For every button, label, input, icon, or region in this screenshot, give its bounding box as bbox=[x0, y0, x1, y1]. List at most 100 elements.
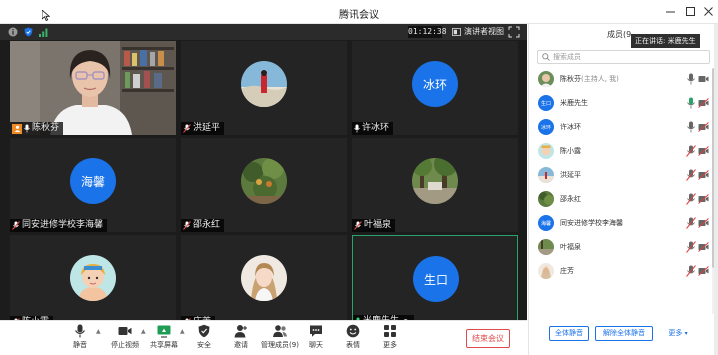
video-stage: 01:12:38 演讲者视图 陈秋芬 洪延平 冰环 许冰环 海馨 同安进修学校李… bbox=[0, 24, 527, 355]
manage-members-button[interactable]: 管理成员(9) bbox=[260, 324, 300, 354]
camera-off-icon[interactable] bbox=[698, 98, 709, 108]
more-grid-icon bbox=[384, 325, 396, 337]
stop-video-button[interactable]: 停止视频 bbox=[107, 324, 143, 354]
chat-label: 聊天 bbox=[309, 341, 323, 349]
member-search-box[interactable] bbox=[537, 50, 710, 64]
maximize-icon[interactable] bbox=[682, 3, 698, 19]
participant-name: 叶福泉 bbox=[364, 220, 392, 230]
participant-name-tag: 洪延平 bbox=[181, 122, 225, 135]
participant-tile[interactable]: 冰环 许冰环 bbox=[352, 41, 518, 135]
participant-tile[interactable]: 陈小露 bbox=[10, 235, 176, 329]
microphone-icon[interactable] bbox=[686, 97, 696, 109]
participant-name: 邵永红 bbox=[193, 220, 221, 230]
camera-off-icon[interactable] bbox=[698, 218, 709, 228]
participant-tile[interactable]: 叶福泉 bbox=[352, 138, 518, 232]
members-panel-footer: 全体静音 解除全体静音 更多 ▾ bbox=[529, 324, 718, 344]
microphone-muted-icon bbox=[354, 221, 362, 230]
camera-off-icon[interactable] bbox=[698, 242, 709, 252]
member-avatar: 生口 bbox=[538, 95, 554, 111]
member-row[interactable]: 陈小露 bbox=[529, 140, 709, 162]
microphone-icon[interactable] bbox=[686, 121, 696, 133]
microphone-muted-icon[interactable] bbox=[686, 145, 696, 157]
member-search-input[interactable] bbox=[553, 53, 703, 61]
member-row[interactable]: 陈秋芬(主持人, 我) bbox=[529, 68, 709, 90]
participant-name-tag: 叶福泉 bbox=[352, 219, 396, 232]
stop-video-label: 停止视频 bbox=[111, 341, 139, 349]
camera-icon[interactable] bbox=[698, 74, 709, 84]
speaker-view-icon bbox=[452, 28, 461, 36]
invite-button[interactable]: 邀请 bbox=[223, 324, 259, 354]
invite-label: 邀请 bbox=[234, 341, 248, 349]
mute-label: 静音 bbox=[73, 341, 87, 349]
microphone-muted-icon[interactable] bbox=[686, 241, 696, 253]
chat-button[interactable]: 聊天 bbox=[298, 324, 334, 354]
participant-name-tag: 许冰环 bbox=[352, 122, 394, 135]
mute-all-button[interactable]: 全体静音 bbox=[549, 326, 589, 341]
members-more-button[interactable]: 更多 ▾ bbox=[659, 326, 697, 341]
member-row[interactable]: 洪延平 bbox=[529, 164, 709, 186]
fullscreen-icon[interactable] bbox=[508, 26, 520, 38]
window-title: 腾讯会议 bbox=[339, 10, 379, 21]
participant-tile-active-speaker[interactable]: 生口 米鹿先生 bbox=[352, 235, 518, 329]
reactions-button[interactable]: 表情 bbox=[335, 324, 371, 354]
window-edge bbox=[714, 24, 718, 355]
microphone-muted-icon[interactable] bbox=[686, 217, 696, 229]
member-row[interactable]: 生口 米鹿先生 bbox=[529, 92, 709, 114]
microphone-muted-icon bbox=[183, 124, 191, 133]
manage-members-label: 管理成员(9) bbox=[261, 341, 299, 349]
participant-avatar bbox=[70, 255, 116, 301]
microphone-muted-icon[interactable] bbox=[686, 265, 696, 277]
microphone-icon[interactable] bbox=[686, 73, 696, 85]
microphone-icon bbox=[354, 124, 360, 133]
security-button[interactable]: 安全 bbox=[186, 324, 222, 354]
participant-name: 许冰环 bbox=[362, 123, 390, 133]
more-button[interactable]: 更多 bbox=[372, 324, 408, 354]
info-icon[interactable] bbox=[8, 27, 18, 37]
camera-off-icon[interactable] bbox=[698, 146, 709, 156]
member-name: 同安进修学校李海馨 bbox=[560, 219, 623, 227]
camera-off-icon[interactable] bbox=[698, 194, 709, 204]
microphone-muted-icon[interactable] bbox=[686, 193, 696, 205]
members-panel-title: 成员(9 bbox=[607, 30, 632, 39]
participant-tile[interactable]: 邵永红 bbox=[181, 138, 347, 232]
member-name: 许冰环 bbox=[560, 123, 581, 131]
member-name: 庄芳 bbox=[560, 267, 574, 275]
member-name-group: 陈秋芬(主持人, 我) bbox=[560, 74, 619, 84]
speaker-view-label: 演讲者视图 bbox=[464, 27, 504, 36]
member-row[interactable]: 庄芳 bbox=[529, 260, 709, 282]
camera-off-icon[interactable] bbox=[698, 266, 709, 276]
chevron-up-icon[interactable]: ▲ bbox=[96, 328, 102, 335]
unmute-all-button[interactable]: 解除全体静音 bbox=[595, 326, 653, 341]
participant-tile[interactable]: 陈秋芬 bbox=[10, 41, 176, 135]
microphone-muted-icon[interactable] bbox=[686, 169, 696, 181]
participant-tile[interactable]: 海馨 同安进修学校李海馨 bbox=[10, 138, 176, 232]
speaker-view-button[interactable]: 演讲者视图 bbox=[452, 26, 504, 38]
participant-tile[interactable]: 洪延平 bbox=[181, 41, 347, 135]
participant-tile[interactable]: 庄芳 bbox=[181, 235, 347, 329]
member-avatar bbox=[538, 239, 554, 255]
participant-name-tag: 陈秋芬 bbox=[10, 122, 64, 135]
member-row[interactable]: 邵永红 bbox=[529, 188, 709, 210]
title-bar: 腾讯会议 bbox=[0, 0, 718, 24]
share-screen-button[interactable]: 共享屏幕 bbox=[146, 324, 182, 354]
member-row[interactable]: 冰环 许冰环 bbox=[529, 116, 709, 138]
shield-icon[interactable] bbox=[23, 27, 33, 37]
close-icon[interactable] bbox=[700, 3, 716, 19]
minimize-icon[interactable] bbox=[662, 3, 678, 19]
end-meeting-button[interactable]: 结束会议 bbox=[466, 329, 510, 348]
member-avatar: 海馨 bbox=[538, 215, 554, 231]
member-name: 叶福泉 bbox=[560, 243, 581, 251]
mute-button[interactable]: 静音 bbox=[62, 324, 98, 354]
member-avatar bbox=[538, 143, 554, 159]
member-name: 陈秋芬 bbox=[560, 75, 581, 83]
member-row[interactable]: 海馨 同安进修学校李海馨 bbox=[529, 212, 709, 234]
member-avatar bbox=[538, 71, 554, 87]
signal-icon bbox=[38, 27, 48, 37]
member-row[interactable]: 叶福泉 bbox=[529, 236, 709, 258]
member-name: 邵永红 bbox=[560, 195, 581, 203]
camera-off-icon[interactable] bbox=[698, 122, 709, 132]
camera-off-icon[interactable] bbox=[698, 170, 709, 180]
member-avatar: 冰环 bbox=[538, 119, 554, 135]
member-avatar bbox=[538, 191, 554, 207]
speaking-indicator-label: 正在讲话: 米鹿先生 bbox=[635, 37, 696, 45]
